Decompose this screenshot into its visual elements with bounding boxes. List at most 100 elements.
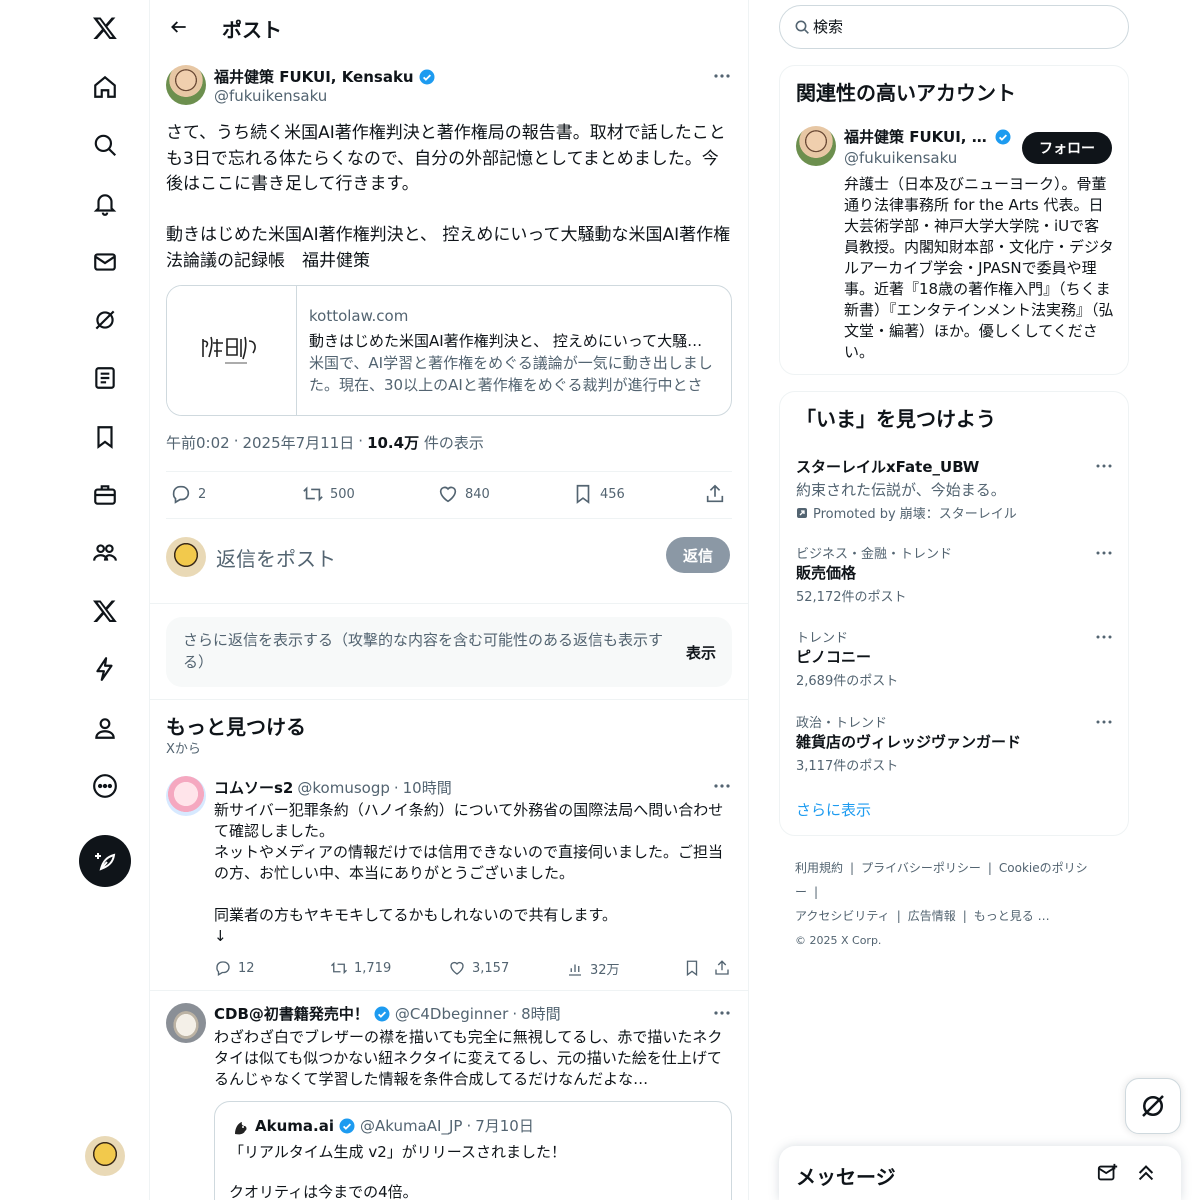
reply-submit-button[interactable]: 返信 [666, 537, 730, 573]
notifications-bell-icon[interactable] [79, 178, 131, 230]
footer-link-terms[interactable]: 利用規約 [795, 861, 843, 875]
tweet-time[interactable]: 8時間 [521, 1003, 561, 1024]
more-options-icon[interactable] [710, 64, 734, 88]
heart-icon [439, 486, 457, 503]
trend-count: 2,689件のポスト [796, 674, 899, 689]
repost-button[interactable]: 500 [302, 483, 355, 505]
home-icon[interactable] [79, 61, 131, 113]
communities-icon[interactable] [79, 527, 131, 579]
trend-name: 雑貨店のヴィレッジヴァンガード [796, 733, 1022, 751]
reply-input[interactable]: 返信をポスト [216, 543, 336, 572]
lists-icon[interactable] [79, 352, 131, 404]
reply-count: 2 [198, 486, 207, 502]
discover-more-title: もっと見つける [166, 715, 306, 739]
grok-floating-button[interactable] [1125, 1078, 1181, 1134]
search-icon[interactable] [79, 119, 131, 171]
collapse-chevron-icon[interactable] [1135, 1162, 1157, 1184]
bookmark-count: 456 [600, 486, 625, 502]
profile-icon[interactable] [79, 702, 131, 754]
follow-button[interactable]: フォロー [1022, 132, 1112, 164]
search-input[interactable] [813, 18, 1113, 36]
tweet-author-handle[interactable]: @komusogp [297, 779, 389, 797]
views-button[interactable]: 32万 [566, 959, 620, 978]
post-date[interactable]: 2025年7月11日 [242, 432, 354, 453]
author-name[interactable]: 福井健策 FUKUI, Kensaku [214, 66, 436, 87]
footer-link-accessibility[interactable]: アクセシビリティ [795, 909, 890, 923]
promoted-label: Promoted by 崩壊：スターレイル [813, 507, 1017, 522]
my-avatar[interactable] [166, 537, 206, 577]
link-card[interactable]: kottolaw.com 動きはじめた米国AI著作権判決と、 控えめにいって大騒… [166, 285, 732, 416]
divider [166, 518, 732, 519]
show-more-link[interactable]: さらに表示 [796, 799, 871, 820]
author-avatar[interactable] [166, 65, 206, 105]
quoted-header: Akuma.ai @AkumaAI_JP · 7月10日 [255, 1116, 534, 1136]
trend-item[interactable]: 政治・トレンド 雑貨店のヴィレッジヴァンガード 3,117件のポスト [796, 712, 1114, 774]
right-sidebar: 関連性の高いアカウント 福井健策 FUKUI, Kensaku @fukuike… [779, 0, 1129, 1200]
heart-icon [450, 961, 464, 975]
footer-link-more[interactable]: もっと見る … [974, 909, 1050, 923]
premium-x-icon[interactable] [79, 585, 131, 637]
reply-button[interactable]: 2 [170, 483, 206, 505]
author-handle[interactable]: @fukuikensaku [214, 87, 327, 105]
card-domain: kottolaw.com [309, 307, 409, 325]
tweet-text: わざわざ白でブレザーの襟を描いても完全に無視してるし、赤で描いたネクタイは似ても… [214, 1028, 723, 1088]
bookmark-icon [576, 484, 590, 504]
messages-envelope-icon[interactable] [79, 236, 131, 288]
bookmarks-icon[interactable] [79, 411, 131, 463]
grok-icon[interactable] [79, 294, 131, 346]
post-timestamp: 午前0:02 · 2025年7月11日 · 10.4万 件の表示 [166, 432, 484, 453]
x-logo-icon[interactable] [79, 2, 131, 54]
messages-drawer[interactable]: メッセージ [779, 1146, 1181, 1200]
more-options-icon[interactable] [710, 774, 734, 798]
like-button[interactable]: 3,157 [448, 959, 509, 977]
show-replies-button[interactable]: 表示 [686, 642, 716, 663]
account-handle[interactable]: @fukuikensaku [844, 149, 957, 167]
more-circle-icon[interactable] [79, 760, 131, 812]
trend-item[interactable]: ビジネス・金融・トレンド 販売価格 52,172件のポスト [796, 543, 1114, 605]
more-options-icon[interactable] [1094, 543, 1114, 563]
repost-button[interactable]: 1,719 [330, 959, 391, 977]
verified-orgs-lightning-icon[interactable] [79, 643, 131, 695]
more-options-icon[interactable] [1094, 712, 1114, 732]
compose-post-button[interactable] [79, 835, 131, 887]
bookmark-button[interactable] [683, 959, 701, 977]
show-more-replies-text: さらに返信を表示する（攻撃的な内容を含む可能性のある返信も表示する） [183, 631, 664, 671]
search-box[interactable] [779, 5, 1129, 49]
tweet-author-handle[interactable]: @C4Dbeginner [395, 1005, 508, 1023]
account-name[interactable]: 福井健策 FUKUI, Kensaku [844, 126, 1016, 147]
tweet-avatar[interactable] [166, 776, 206, 816]
bookmark-button[interactable]: 456 [572, 483, 625, 505]
like-button[interactable]: 840 [437, 483, 490, 505]
trend-context: 政治・トレンド [796, 716, 888, 731]
grok-icon [1142, 1095, 1164, 1117]
footer-link-ads[interactable]: 広告情報 [908, 909, 956, 923]
footer-link-privacy[interactable]: プライバシーポリシー [861, 861, 981, 875]
reply-button[interactable]: 12 [214, 959, 255, 977]
jobs-briefcase-icon[interactable] [79, 469, 131, 521]
tweet-time[interactable]: 10時間 [403, 777, 452, 798]
author-name-text[interactable]: 福井健策 FUKUI, Kensaku [214, 66, 414, 87]
tweet-author-name[interactable]: コムソーs2 [214, 777, 293, 798]
share-button[interactable] [713, 959, 731, 977]
account-name-text[interactable]: 福井健策 FUKUI, Kensaku [844, 126, 990, 147]
new-message-icon[interactable] [1097, 1162, 1119, 1184]
tweet-avatar[interactable] [166, 1003, 206, 1043]
show-more-replies[interactable]: さらに返信を表示する（攻撃的な内容を含む可能性のある返信も表示する） 表示 [166, 617, 732, 687]
tweet-author-name[interactable]: CDB@初書籍発売中！ [214, 1003, 369, 1024]
account-avatar[interactable] [85, 1136, 125, 1176]
trend-item[interactable]: トレンド ピノコニー 2,689件のポスト [796, 627, 1114, 689]
more-options-icon[interactable] [1094, 627, 1114, 647]
more-options-icon[interactable] [1094, 456, 1114, 476]
post-time[interactable]: 午前0:02 [166, 432, 230, 453]
back-arrow-icon[interactable] [162, 10, 196, 44]
share-button[interactable] [704, 483, 726, 505]
account-avatar[interactable] [796, 126, 836, 166]
card-description: 米国で、AI学習と著作権をめぐる議論が一気に動き出しました。現在、30以上のAI… [309, 354, 713, 394]
quoted-post[interactable]: Akuma.ai @AkumaAI_JP · 7月10日 「リアルタイム生成 v… [214, 1101, 732, 1200]
trend-item-promoted[interactable]: スターレイルxFate_UBW 約束された伝説が、今始まる。 Promoted … [796, 456, 1114, 522]
repost-icon [303, 486, 323, 502]
post-actions: 2 500 840 456 [166, 471, 732, 519]
more-options-icon[interactable] [710, 1001, 734, 1025]
promoted-icon [797, 507, 807, 518]
trend-count: 52,172件のポスト [796, 590, 907, 605]
